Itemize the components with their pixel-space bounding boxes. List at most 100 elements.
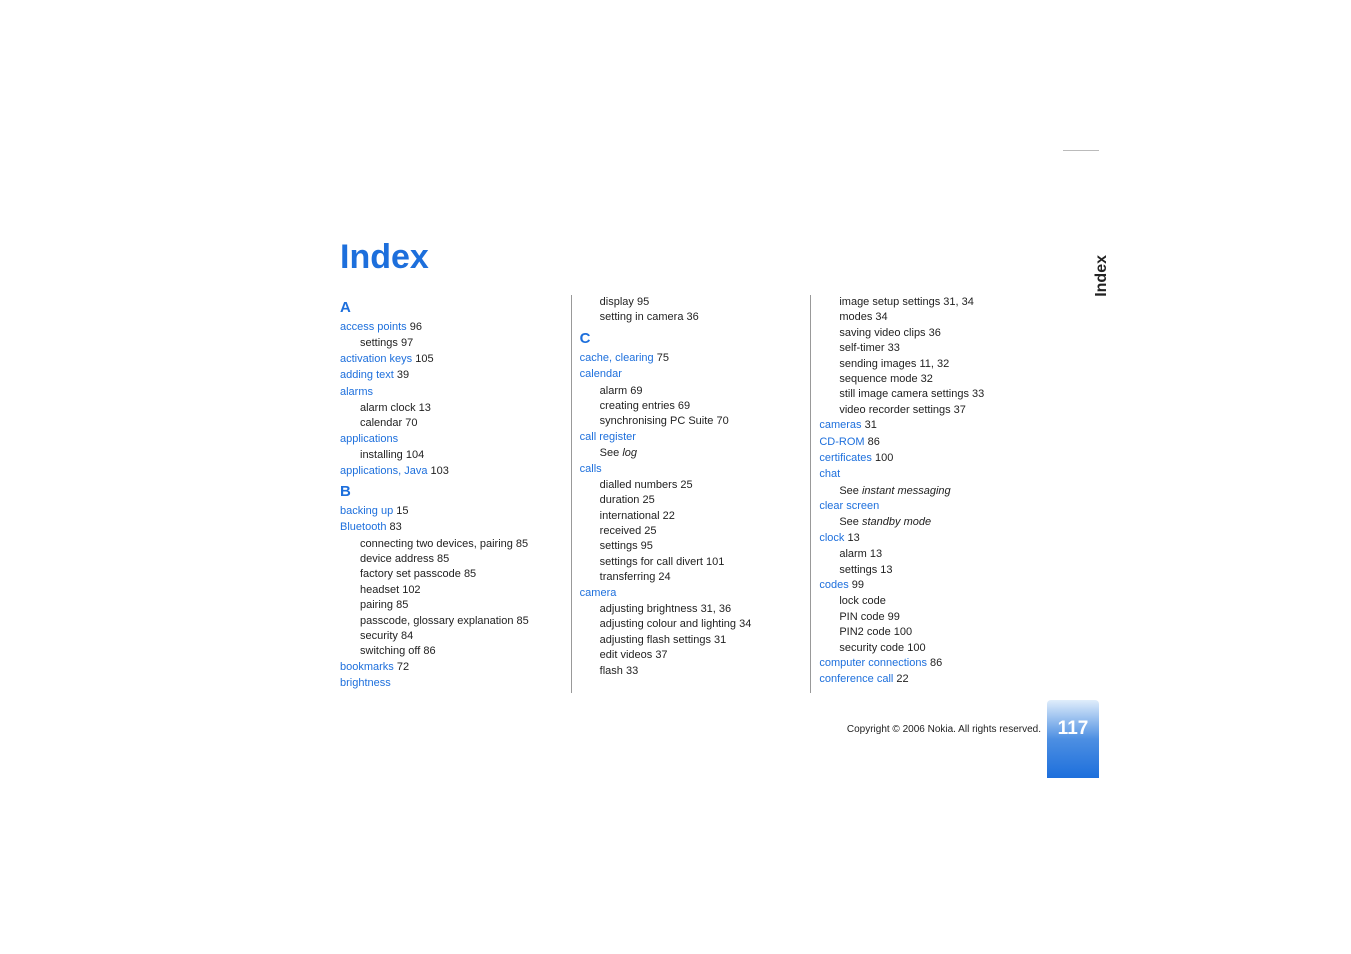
index-entry: conference call 22 [819, 672, 1040, 687]
index-subentry[interactable]: security code 100 [819, 641, 1040, 656]
see-reference[interactable]: instant messaging [862, 485, 951, 497]
page-ref[interactable]: 13 [844, 532, 859, 544]
page-ref[interactable]: 86 [927, 657, 942, 669]
index-subentry[interactable]: settings 95 [580, 539, 801, 554]
index-subentry[interactable]: lock code [819, 594, 1040, 609]
page-ref[interactable]: 15 [393, 505, 408, 517]
index-subentry[interactable]: flash 33 [580, 664, 801, 679]
index-subentry[interactable]: transferring 24 [580, 570, 801, 585]
index-entry: computer connections 86 [819, 656, 1040, 671]
index-entry: adding text 39 [340, 368, 561, 383]
index-subentry[interactable]: video recorder settings 37 [819, 403, 1040, 418]
see-reference[interactable]: standby mode [862, 516, 931, 528]
index-term[interactable]: activation keys [340, 353, 412, 365]
section-letter-c: C [580, 328, 801, 349]
index-subentry[interactable]: PIN2 code 100 [819, 625, 1040, 640]
index-subentry[interactable]: headset 102 [340, 583, 561, 598]
index-term[interactable]: bookmarks [340, 661, 394, 673]
section-letter-b: B [340, 481, 561, 502]
index-entry: activation keys 105 [340, 352, 561, 367]
index-subentry[interactable]: saving video clips 36 [819, 326, 1040, 341]
index-subentry[interactable]: display 95 [580, 295, 801, 310]
page-number: 117 [1047, 714, 1099, 744]
index-subentry[interactable]: modes 34 [819, 310, 1040, 325]
page-ref[interactable]: 96 [407, 321, 422, 333]
index-subentry[interactable]: image setup settings 31, 34 [819, 295, 1040, 310]
index-subentry[interactable]: connecting two devices, pairing 85 [340, 537, 561, 552]
index-term[interactable]: codes [819, 579, 848, 591]
index-term[interactable]: calendar [580, 368, 622, 380]
page-ref[interactable]: 22 [893, 673, 908, 685]
index-term[interactable]: conference call [819, 673, 893, 685]
index-term[interactable]: computer connections [819, 657, 927, 669]
index-subentry[interactable]: factory set passcode 85 [340, 567, 561, 582]
index-subentry[interactable]: alarm clock 13 [340, 401, 561, 416]
page-ref[interactable]: 103 [427, 465, 448, 477]
index-subentry[interactable]: settings 13 [819, 563, 1040, 578]
page-ref[interactable]: 39 [394, 369, 409, 381]
index-term[interactable]: certificates [819, 452, 872, 464]
index-entry: camera [580, 586, 801, 601]
index-subentry[interactable]: adjusting brightness 31, 36 [580, 602, 801, 617]
decorative-rule [1063, 150, 1099, 151]
index-subentry[interactable]: dialled numbers 25 [580, 478, 801, 493]
index-subentry[interactable]: device address 85 [340, 552, 561, 567]
index-term[interactable]: cache, clearing [580, 352, 654, 364]
index-subentry[interactable]: alarm 13 [819, 547, 1040, 562]
index-subentry[interactable]: alarm 69 [580, 384, 801, 399]
index-subentry[interactable]: edit videos 37 [580, 648, 801, 663]
index-term[interactable]: adding text [340, 369, 394, 381]
index-term[interactable]: backing up [340, 505, 393, 517]
index-subentry[interactable]: sequence mode 32 [819, 372, 1040, 387]
index-subentry[interactable]: self-timer 33 [819, 341, 1040, 356]
index-term[interactable]: clock [819, 532, 844, 544]
index-subentry[interactable]: settings 97 [340, 336, 561, 351]
index-term[interactable]: clear screen [819, 500, 879, 512]
page-ref[interactable]: 72 [394, 661, 409, 673]
page-ref[interactable]: 75 [654, 352, 669, 364]
page-ref[interactable]: 83 [386, 521, 401, 533]
index-term[interactable]: calls [580, 463, 602, 475]
index-entry: chat [819, 467, 1040, 482]
index-subentry[interactable]: switching off 86 [340, 644, 561, 659]
page-ref[interactable]: 31 [862, 419, 877, 431]
index-term[interactable]: camera [580, 587, 617, 599]
index-term[interactable]: call register [580, 431, 636, 443]
index-entry: call register [580, 430, 801, 445]
index-subentry[interactable]: pairing 85 [340, 598, 561, 613]
index-subentry[interactable]: installing 104 [340, 448, 561, 463]
copyright-text: Copyright © 2006 Nokia. All rights reser… [847, 724, 1041, 735]
index-term[interactable]: applications, Java [340, 465, 427, 477]
index-term[interactable]: CD-ROM [819, 436, 864, 448]
index-subentry[interactable]: settings for call divert 101 [580, 555, 801, 570]
page-ref[interactable]: 99 [849, 579, 864, 591]
page-ref[interactable]: 105 [412, 353, 433, 365]
index-subentry[interactable]: still image camera settings 33 [819, 387, 1040, 402]
index-subentry[interactable]: duration 25 [580, 493, 801, 508]
page-ref[interactable]: 86 [865, 436, 880, 448]
index-term[interactable]: applications [340, 433, 398, 445]
index-term[interactable]: access points [340, 321, 407, 333]
index-term[interactable]: brightness [340, 677, 391, 689]
index-subentry[interactable]: received 25 [580, 524, 801, 539]
index-term[interactable]: chat [819, 468, 840, 480]
index-subentry[interactable]: security 84 [340, 629, 561, 644]
index-column-2: display 95 setting in camera 36 C cache,… [571, 295, 801, 693]
index-entry: clear screen [819, 499, 1040, 514]
index-subentry[interactable]: passcode, glossary explanation 85 [340, 614, 561, 629]
index-subentry[interactable]: calendar 70 [340, 416, 561, 431]
see-reference[interactable]: log [622, 447, 637, 459]
index-subentry[interactable]: sending images 11, 32 [819, 357, 1040, 372]
index-subentry[interactable]: synchronising PC Suite 70 [580, 414, 801, 429]
index-subentry[interactable]: creating entries 69 [580, 399, 801, 414]
index-subentry[interactable]: PIN code 99 [819, 610, 1040, 625]
index-subentry[interactable]: international 22 [580, 509, 801, 524]
index-entry: codes 99 [819, 578, 1040, 593]
index-subentry[interactable]: setting in camera 36 [580, 310, 801, 325]
index-term[interactable]: alarms [340, 386, 373, 398]
index-subentry[interactable]: adjusting colour and lighting 34 [580, 617, 801, 632]
index-term[interactable]: cameras [819, 419, 861, 431]
index-subentry[interactable]: adjusting flash settings 31 [580, 633, 801, 648]
index-term[interactable]: Bluetooth [340, 521, 386, 533]
page-ref[interactable]: 100 [872, 452, 893, 464]
